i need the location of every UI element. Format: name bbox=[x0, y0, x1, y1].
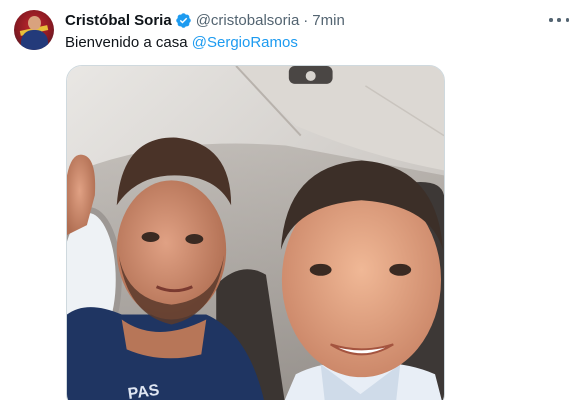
tweet-text: Bienvenido a casa @SergioRamos bbox=[65, 34, 298, 52]
reading-light-lens bbox=[305, 70, 316, 81]
more-options-icon[interactable] bbox=[549, 12, 569, 28]
tweet-header: Cristóbal Soria @cristobalsoria · 7min bbox=[65, 10, 345, 30]
hoodie-lettering: PAS bbox=[127, 382, 161, 400]
author-handle[interactable]: @cristobalsoria bbox=[196, 12, 300, 29]
verified-badge-icon bbox=[175, 12, 191, 28]
header-separator: · bbox=[303, 11, 309, 29]
author-avatar[interactable] bbox=[14, 10, 54, 50]
eye-right bbox=[309, 263, 332, 276]
more-dot bbox=[549, 18, 553, 22]
eye-left bbox=[141, 232, 160, 242]
avatar-body bbox=[21, 30, 48, 50]
author-display-name[interactable]: Cristóbal Soria bbox=[65, 12, 172, 29]
tweet-card[interactable]: Cristóbal Soria @cristobalsoria · 7min B… bbox=[0, 0, 587, 400]
photo-image: PAS bbox=[67, 66, 444, 400]
tweet-text-body: Bienvenido a casa bbox=[65, 34, 192, 51]
more-dot bbox=[557, 18, 561, 22]
eye-left bbox=[185, 234, 204, 244]
more-dot bbox=[565, 18, 569, 22]
eye-right bbox=[389, 263, 412, 276]
avatar-head bbox=[28, 16, 41, 30]
tweet-media-photo[interactable]: PAS bbox=[66, 65, 445, 400]
tweet-timestamp[interactable]: 7min bbox=[312, 12, 345, 29]
face-left bbox=[116, 180, 227, 320]
mention-link[interactable]: @SergioRamos bbox=[192, 34, 298, 51]
